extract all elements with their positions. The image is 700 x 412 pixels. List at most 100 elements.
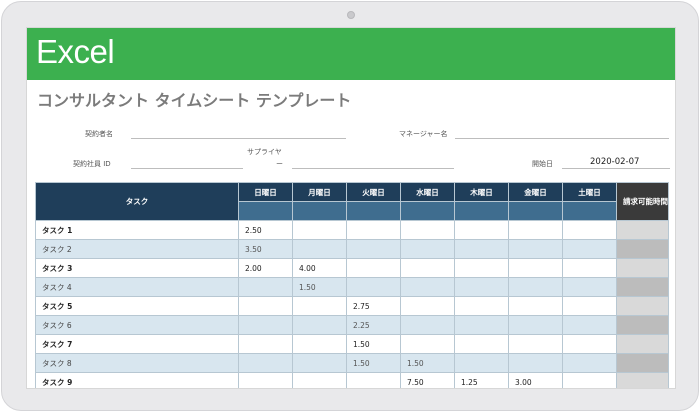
hours-cell[interactable]	[238, 334, 293, 354]
hours-cell[interactable]: 3.00	[508, 372, 563, 388]
hours-cell[interactable]	[238, 277, 293, 297]
date-cell-sat[interactable]	[562, 201, 617, 221]
supplier-field[interactable]	[292, 168, 454, 169]
manager-field[interactable]	[455, 138, 669, 139]
hours-cell[interactable]	[562, 239, 617, 259]
hours-cell[interactable]	[400, 277, 455, 297]
contractor-field[interactable]	[131, 138, 346, 139]
date-cell-thu[interactable]	[454, 201, 509, 221]
hours-cell[interactable]	[454, 239, 509, 259]
hours-cell[interactable]	[508, 239, 563, 259]
hours-cell[interactable]	[562, 258, 617, 278]
hours-cell[interactable]: 2.00	[238, 258, 293, 278]
date-cell-wed[interactable]	[400, 201, 455, 221]
hours-cell[interactable]	[292, 372, 347, 388]
screen: Excel コンサルタント タイムシート テンプレート 契約者名 マネージャー名…	[26, 27, 676, 389]
start-date-field[interactable]	[562, 168, 670, 169]
task-cell[interactable]: タスク 5	[35, 296, 239, 316]
day-header-mon: 月曜日	[292, 182, 347, 202]
hours-cell[interactable]	[562, 372, 617, 388]
task-cell[interactable]: タスク 9	[35, 372, 239, 388]
day-header-sun: 日曜日	[238, 182, 293, 202]
task-cell[interactable]: タスク 6	[35, 315, 239, 335]
hours-cell[interactable]: 2.50	[238, 220, 293, 240]
contractor-label: 契約者名	[85, 130, 113, 138]
date-cell-mon[interactable]	[292, 201, 347, 221]
hours-cell[interactable]	[454, 334, 509, 354]
hours-cell[interactable]	[346, 220, 401, 240]
date-cell-tue[interactable]	[346, 201, 401, 221]
task-cell[interactable]: タスク 4	[35, 277, 239, 297]
hours-cell[interactable]	[562, 315, 617, 335]
hours-cell[interactable]	[508, 353, 563, 373]
table-row: タスク 3 2.00 4.00	[35, 258, 669, 278]
hours-cell[interactable]	[346, 372, 401, 388]
hours-cell[interactable]	[292, 334, 347, 354]
hours-cell[interactable]	[292, 239, 347, 259]
camera-icon	[347, 11, 355, 19]
hours-cell[interactable]	[562, 334, 617, 354]
table-row: タスク 2 3.50	[35, 239, 669, 259]
hours-cell[interactable]	[454, 277, 509, 297]
hours-cell[interactable]	[454, 258, 509, 278]
hours-cell[interactable]	[508, 334, 563, 354]
task-cell[interactable]: タスク 2	[35, 239, 239, 259]
employee-id-label: 契約社員 ID	[73, 160, 111, 168]
hours-cell[interactable]	[562, 296, 617, 316]
task-cell[interactable]: タスク 1	[35, 220, 239, 240]
total-cell	[616, 296, 669, 316]
task-cell[interactable]: タスク 8	[35, 353, 239, 373]
day-header-tue: 火曜日	[346, 182, 401, 202]
hours-cell[interactable]	[292, 296, 347, 316]
hours-cell[interactable]	[400, 258, 455, 278]
hours-cell[interactable]	[238, 296, 293, 316]
hours-cell[interactable]: 1.50	[400, 353, 455, 373]
hours-cell[interactable]: 1.50	[346, 334, 401, 354]
hours-cell[interactable]	[508, 258, 563, 278]
task-cell[interactable]: タスク 3	[35, 258, 239, 278]
hours-cell[interactable]	[400, 220, 455, 240]
hours-cell[interactable]: 1.50	[292, 277, 347, 297]
hours-cell[interactable]: 2.25	[346, 315, 401, 335]
hours-cell[interactable]	[562, 353, 617, 373]
hours-cell[interactable]: 1.50	[346, 353, 401, 373]
hours-cell[interactable]	[454, 315, 509, 335]
hours-cell[interactable]	[292, 353, 347, 373]
table-row: タスク 9 7.50 1.25 3.00	[35, 372, 669, 388]
start-date-value[interactable]: 2020-02-07	[590, 157, 639, 168]
hours-cell[interactable]	[562, 220, 617, 240]
hours-cell[interactable]: 3.50	[238, 239, 293, 259]
hours-cell[interactable]	[400, 315, 455, 335]
hours-cell[interactable]: 7.50	[400, 372, 455, 388]
total-cell	[616, 334, 669, 354]
date-cell-sun[interactable]	[238, 201, 293, 221]
task-cell[interactable]: タスク 7	[35, 334, 239, 354]
hours-cell[interactable]	[238, 372, 293, 388]
start-date-label: 開始日	[532, 160, 553, 168]
hours-cell[interactable]	[508, 315, 563, 335]
hours-cell[interactable]	[454, 353, 509, 373]
hours-cell[interactable]: 2.75	[346, 296, 401, 316]
hours-cell[interactable]	[346, 277, 401, 297]
hours-cell[interactable]	[400, 239, 455, 259]
hours-cell[interactable]	[454, 220, 509, 240]
table-row: タスク 7 1.50	[35, 334, 669, 354]
hours-cell[interactable]	[508, 220, 563, 240]
hours-cell[interactable]	[346, 258, 401, 278]
hours-cell[interactable]	[400, 296, 455, 316]
hours-cell[interactable]: 4.00	[292, 258, 347, 278]
app-banner: Excel	[27, 28, 675, 80]
hours-cell[interactable]	[238, 315, 293, 335]
date-cell-fri[interactable]	[508, 201, 563, 221]
hours-cell[interactable]	[508, 277, 563, 297]
hours-cell[interactable]	[562, 277, 617, 297]
hours-cell[interactable]	[346, 239, 401, 259]
hours-cell[interactable]	[292, 220, 347, 240]
hours-cell[interactable]	[400, 334, 455, 354]
employee-id-field[interactable]	[131, 168, 243, 169]
hours-cell[interactable]	[508, 296, 563, 316]
hours-cell[interactable]	[454, 296, 509, 316]
hours-cell[interactable]	[292, 315, 347, 335]
hours-cell[interactable]	[238, 353, 293, 373]
hours-cell[interactable]: 1.25	[454, 372, 509, 388]
